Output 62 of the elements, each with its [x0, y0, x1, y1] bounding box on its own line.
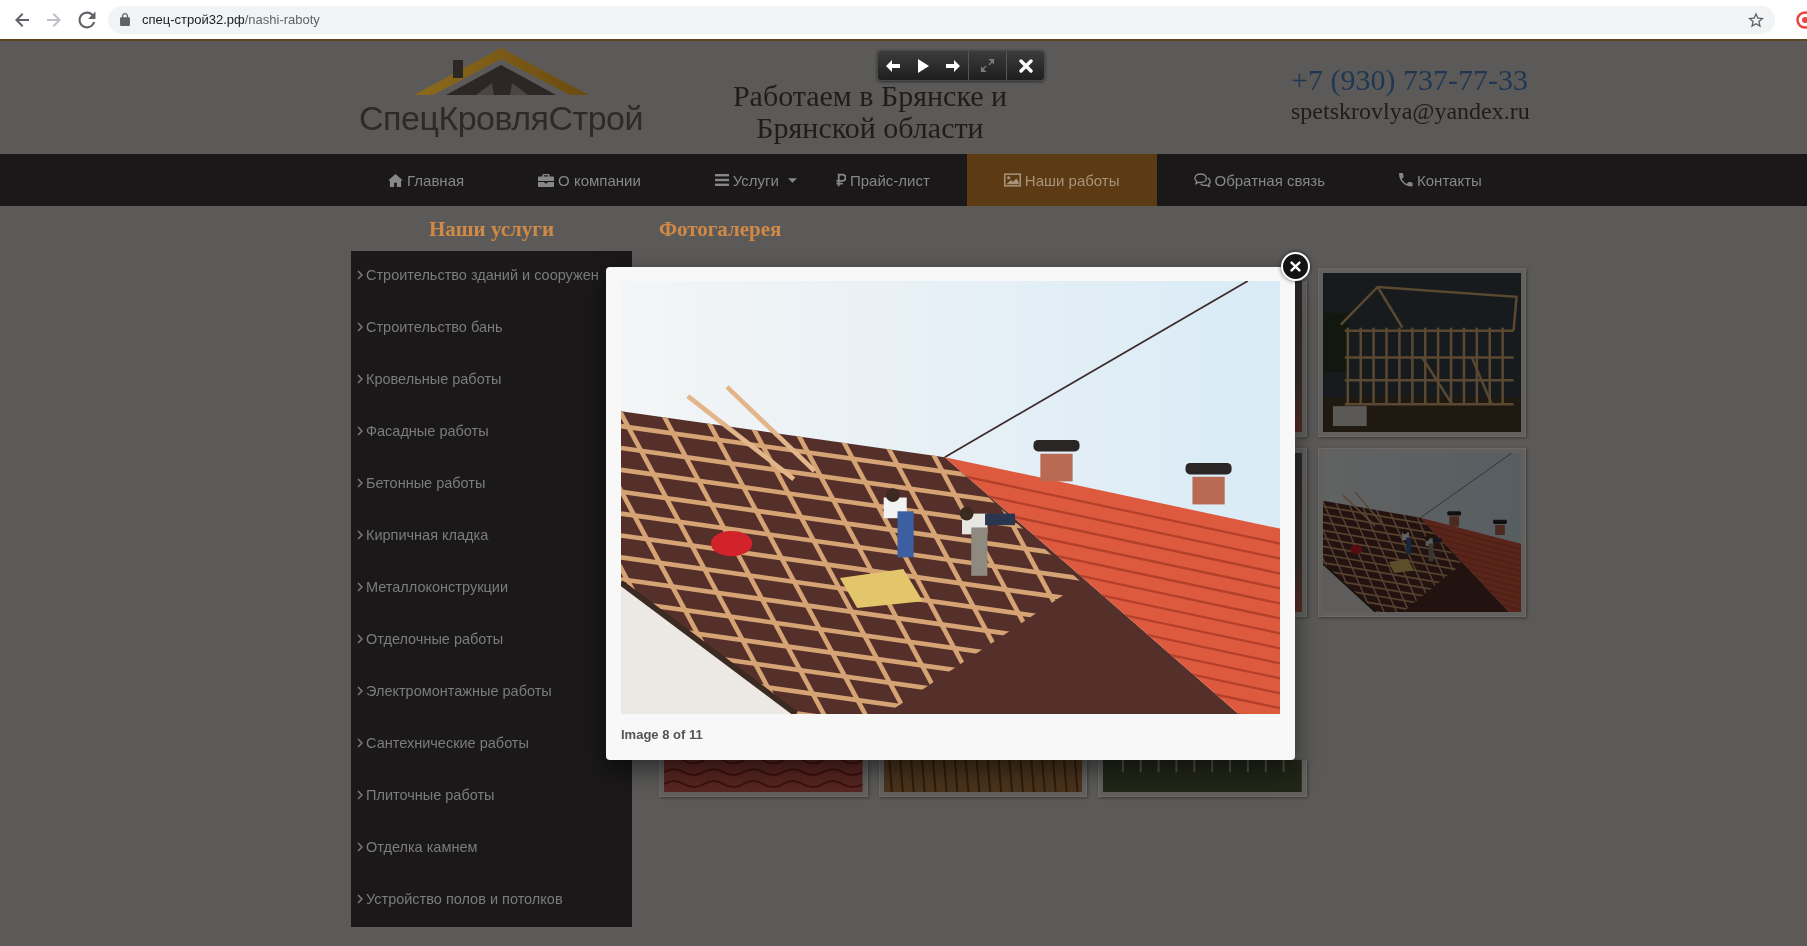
chevron-icon: [357, 374, 363, 384]
home-icon: [388, 173, 403, 187]
arrow-left-icon[interactable]: [885, 58, 901, 73]
speech-bubbles-icon: [1193, 173, 1211, 187]
email-address: spetskrovlya@yandex.ru: [1291, 97, 1530, 125]
back-icon[interactable]: [14, 11, 30, 28]
extension-icon[interactable]: [1795, 9, 1807, 30]
nav-item[interactable]: О компании: [501, 154, 678, 206]
section-heading: Фотогалерея: [659, 215, 782, 242]
lock-icon: [120, 13, 130, 26]
chevron-icon: [357, 790, 363, 800]
play-icon[interactable]: [917, 58, 929, 73]
service-link[interactable]: Сантехнические работы: [351, 719, 529, 771]
expand-icon[interactable]: [980, 58, 995, 73]
chevron-icon: [357, 634, 363, 644]
arrow-right-icon[interactable]: [945, 58, 961, 73]
ruble-icon: [835, 173, 846, 187]
phone-icon: [1399, 173, 1414, 187]
service-link[interactable]: Кирпичная кладка: [351, 511, 489, 563]
chevron-icon: [357, 478, 363, 488]
service-link[interactable]: Отделка камнем: [351, 823, 478, 875]
close-icon: [1290, 261, 1301, 272]
chevron-icon: [357, 270, 363, 280]
thumbnail-frame[interactable]: [1295, 281, 1307, 437]
chevron-icon: [357, 322, 363, 332]
close-button[interactable]: [1281, 252, 1310, 281]
service-link[interactable]: Отделочные работы: [351, 615, 504, 667]
nav-item[interactable]: Главная: [351, 154, 502, 206]
service-link[interactable]: Строительство бань: [351, 303, 503, 355]
chevron-icon: [357, 426, 363, 436]
nav-item[interactable]: Обратная связь: [1156, 154, 1363, 206]
thumbnail-frame[interactable]: [1295, 448, 1307, 617]
chevron-icon: [357, 530, 363, 540]
close-icon[interactable]: [1018, 58, 1033, 73]
chevron-icon: [357, 686, 363, 696]
service-link[interactable]: Электромонтажные работы: [351, 667, 552, 719]
service-link[interactable]: Строительство зданий и сооружен: [351, 251, 599, 303]
menu-icon: [714, 174, 729, 186]
image-caption: Image 8 of 11: [621, 727, 703, 743]
service-link[interactable]: Бетонные работы: [351, 459, 486, 511]
reload-icon[interactable]: [78, 10, 96, 29]
section-heading: Наши услуги: [429, 215, 554, 242]
service-link[interactable]: Фасадные работы: [351, 407, 489, 459]
phone-number: +7 (930) 737-77-33: [1291, 63, 1528, 97]
chevron-icon: [357, 582, 363, 592]
chevron-icon: [357, 738, 363, 748]
briefcase-icon: [538, 173, 555, 187]
nav-item[interactable]: Услуги: [677, 154, 799, 206]
service-link[interactable]: Устройство полов и потолков: [351, 875, 563, 927]
nav-item[interactable]: Контакты: [1362, 154, 1519, 206]
service-link[interactable]: Плиточные работы: [351, 771, 495, 823]
slogan-text: Работаем в Брянске и Брянской области: [731, 80, 1009, 144]
roof-logo-icon: [413, 47, 589, 96]
nav-item[interactable]: Прайс-лист: [798, 154, 967, 206]
service-link[interactable]: Металлоконструкции: [351, 563, 508, 615]
address-field[interactable]: спец-строй32.рф/nashi-raboty: [108, 5, 1775, 34]
service-link[interactable]: Кровельные работы: [351, 355, 502, 407]
picture-icon: [1003, 173, 1021, 187]
star-icon[interactable]: [1748, 11, 1764, 28]
chevron-icon: [357, 894, 363, 904]
chevron-icon: [357, 842, 363, 852]
nav-item[interactable]: Наши работы: [966, 154, 1157, 206]
